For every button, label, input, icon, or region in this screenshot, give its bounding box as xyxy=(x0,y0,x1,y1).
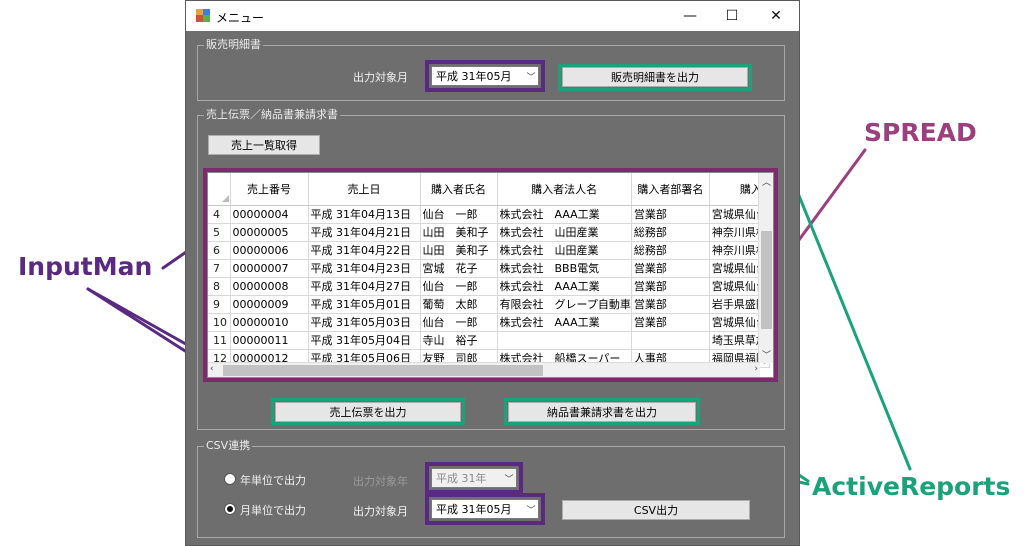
month-unit-radio[interactable] xyxy=(224,503,236,515)
close-button[interactable]: ✕ xyxy=(753,1,799,31)
year-unit-radio[interactable] xyxy=(224,473,236,485)
inputman-highlight xyxy=(425,60,545,92)
csv-group-title: CSV連携 xyxy=(204,439,253,453)
window-title: メニュー xyxy=(216,11,265,25)
activereports-highlight xyxy=(271,398,465,425)
csv-month-label: 出力対象月 xyxy=(353,505,408,518)
activereports-annotation: ActiveReports xyxy=(812,472,1011,501)
inputman-highlight xyxy=(425,462,523,494)
invoice-group-title: 売上伝票／納品書兼請求書 xyxy=(204,108,340,122)
activereports-highlight xyxy=(504,398,700,425)
title-bar: メニュー — ☐ ✕ xyxy=(186,1,799,31)
activereports-highlight xyxy=(558,64,752,91)
month-unit-label: 月単位で出力 xyxy=(240,504,306,517)
sales-month-label: 出力対象月 xyxy=(353,71,408,84)
year-unit-label: 年単位で出力 xyxy=(240,474,306,487)
maximize-button[interactable]: ☐ xyxy=(709,1,755,31)
spread-highlight xyxy=(203,168,778,382)
inputman-highlight xyxy=(425,493,545,525)
fetch-sales-list-button[interactable]: 売上一覧取得 xyxy=(208,135,320,155)
minimize-button[interactable]: — xyxy=(667,1,713,31)
csv-year-label: 出力対象年 xyxy=(353,475,408,488)
csv-output-button[interactable]: CSV出力 xyxy=(562,500,750,520)
spread-annotation: SPREAD xyxy=(864,118,977,147)
inputman-annotation: InputMan xyxy=(18,252,153,281)
app-icon xyxy=(196,9,210,22)
sales-detail-group-title: 販売明細書 xyxy=(204,38,263,52)
